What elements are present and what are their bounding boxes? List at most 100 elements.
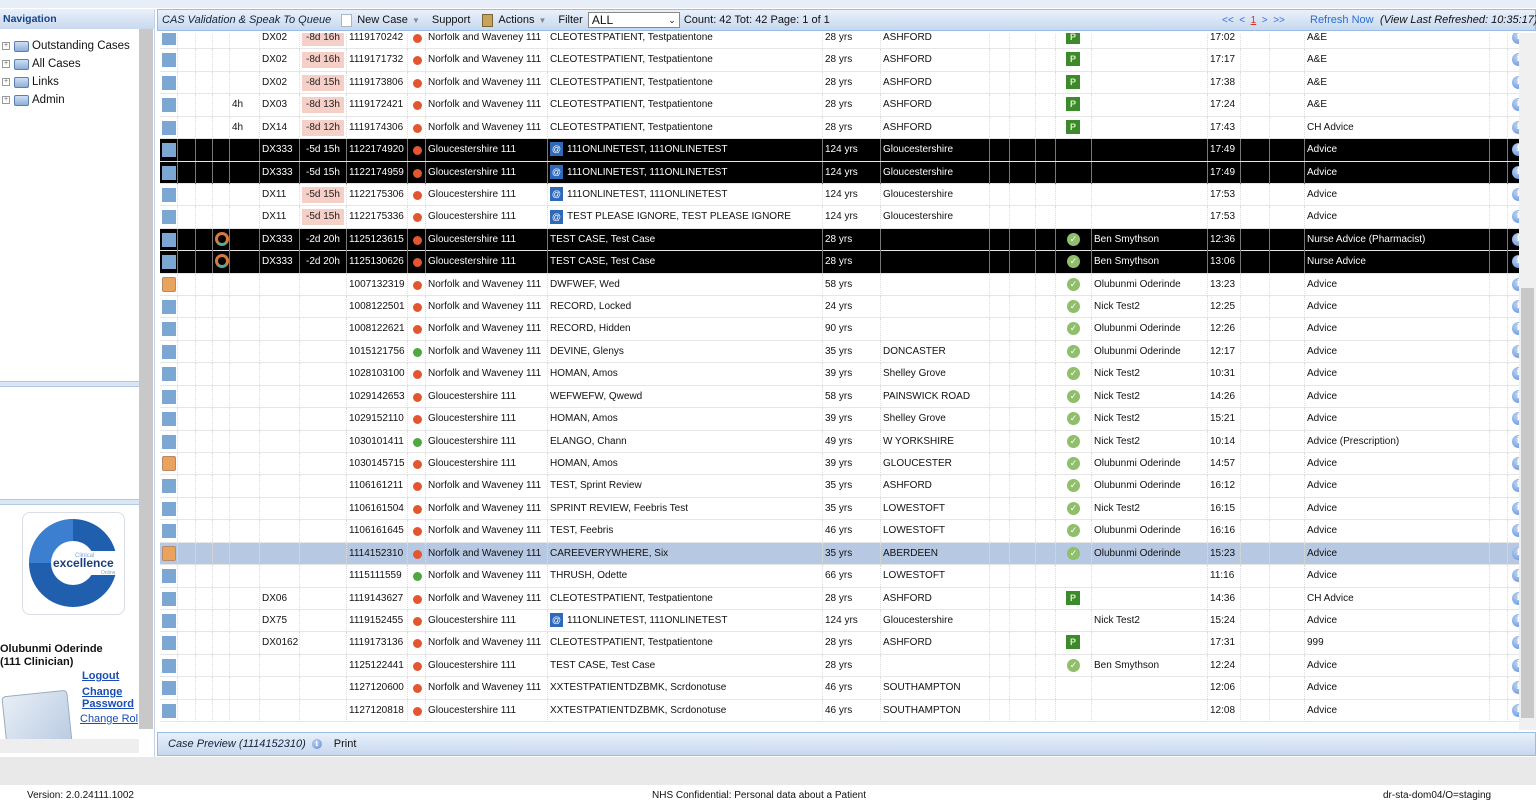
table-row[interactable]: 1008122621 Norfolk and Waveney 111 RECORD,… bbox=[160, 318, 1530, 341]
table-row[interactable]: 4h DX14 -8d 12h 1119174306 Norfolk and Waven… bbox=[160, 116, 1530, 140]
table-row[interactable]: 1127120818 Gloucestershire 111 XXTESTPATIE… bbox=[160, 699, 1530, 723]
table-row[interactable]: 1030145715 Gloucestershire 111 HOMAN, Amos… bbox=[160, 453, 1530, 476]
new-case-button[interactable]: New Case ▼ bbox=[341, 13, 420, 27]
cell bbox=[1241, 273, 1270, 296]
cell bbox=[213, 49, 230, 72]
patient-location: Gloucestershire bbox=[883, 144, 954, 156]
cell bbox=[1490, 273, 1508, 296]
cell: Gloucestershire bbox=[881, 206, 990, 229]
table-row[interactable]: 1007132319 Norfolk and Waveney 111 DWFWEF,… bbox=[160, 273, 1530, 297]
cell bbox=[178, 228, 196, 251]
cell: 1122175336 bbox=[347, 206, 408, 229]
change-role-link[interactable]: Change Role bbox=[80, 713, 138, 725]
nav-outstanding-cases[interactable]: + Outstanding Cases bbox=[0, 37, 154, 55]
case-preview-title: Case Preview (1114152310) bbox=[168, 738, 306, 750]
table-row[interactable]: 1028103100 Norfolk and Waveney 111 HOMAN, … bbox=[160, 363, 1530, 386]
cell bbox=[1241, 520, 1270, 543]
cell bbox=[196, 542, 213, 565]
patient-age: 35 yrs bbox=[825, 502, 853, 514]
table-row[interactable]: DX333 -5d 15h 1122174920 Gloucestershire 11… bbox=[160, 139, 1530, 162]
cell: Advice bbox=[1305, 139, 1490, 162]
due-badge: -8d 15h bbox=[302, 74, 344, 91]
table-row[interactable]: 1030101411 Gloucestershire 111 ELANGO, Cha… bbox=[160, 430, 1530, 454]
expand-icon[interactable]: + bbox=[2, 42, 10, 50]
cell: 1119170242 bbox=[347, 33, 408, 49]
support-button[interactable]: Support bbox=[432, 14, 471, 26]
prev-page-link[interactable]: < bbox=[1239, 15, 1245, 26]
table-row[interactable]: 4h DX03 -8d 13h 1119172421 Norfolk and Waven… bbox=[160, 94, 1530, 117]
table-row[interactable]: DX02 -8d 16h 1119170242 Norfolk and Waveney… bbox=[160, 33, 1530, 50]
next-page-link[interactable]: > bbox=[1262, 15, 1268, 26]
table-row[interactable]: 1106161645 Norfolk and Waveney 111 TEST, F… bbox=[160, 520, 1530, 543]
case-preview-bar: Case Preview (1114152310) i Print bbox=[157, 732, 1536, 756]
table-row[interactable]: 1029152110 Gloucestershire 111 HOMAN, Amos… bbox=[160, 408, 1530, 431]
nav-all-cases[interactable]: + All Cases bbox=[0, 55, 154, 73]
last-page-link[interactable]: >> bbox=[1273, 15, 1285, 26]
table-row[interactable]: 1115111559 Norfolk and Waveney 111 THRUSH,… bbox=[160, 565, 1530, 588]
table-row[interactable]: 1029142653 Gloucestershire 111 WEFWEFW, Qw… bbox=[160, 385, 1530, 409]
patient-age: 24 yrs bbox=[825, 301, 853, 313]
cell: 1015121756 bbox=[347, 340, 408, 363]
cell bbox=[1010, 318, 1036, 341]
table-row[interactable]: DX0162 1119173136 Norfolk and Waveney 111 C… bbox=[160, 632, 1530, 655]
refresh-now-link[interactable]: Refresh Now bbox=[1310, 14, 1374, 26]
service-name: Gloucestershire 111 bbox=[428, 435, 517, 447]
print-button[interactable]: Print bbox=[334, 738, 357, 750]
current-page[interactable]: 1 bbox=[1251, 15, 1257, 26]
table-row[interactable]: 1106161211 Norfolk and Waveney 111 TEST, S… bbox=[160, 475, 1530, 498]
table-row[interactable]: DX75 1119152455 Gloucestershire 111 @111ONL… bbox=[160, 609, 1530, 633]
cell: 1119173806 bbox=[347, 71, 408, 94]
table-row[interactable]: DX02 -8d 15h 1119173806 Norfolk and Waveney… bbox=[160, 71, 1530, 95]
case-id: 1119152455 bbox=[349, 614, 404, 626]
due-badge: -8d 16h bbox=[302, 33, 344, 46]
cell: Nick Test2 bbox=[1092, 609, 1208, 632]
actions-button[interactable]: Actions ▼ bbox=[482, 13, 546, 27]
cell: P bbox=[1056, 116, 1092, 139]
table-row[interactable]: DX333 -2d 20h 1125123615 Gloucestershire 11… bbox=[160, 228, 1530, 252]
expand-icon[interactable]: + bbox=[2, 96, 10, 104]
table-row[interactable]: 1127120600 Norfolk and Waveney 111 XXTESTP… bbox=[160, 677, 1530, 700]
table-row[interactable]: DX02 -8d 16h 1119171732 Norfolk and Waveney… bbox=[160, 49, 1530, 72]
patient-location: ABERDEEN bbox=[883, 547, 939, 559]
cell bbox=[1490, 587, 1508, 610]
change-password-link[interactable]: Change Password bbox=[82, 686, 134, 710]
first-page-link[interactable]: << bbox=[1222, 15, 1234, 26]
assigned-check-icon: ✓ bbox=[1067, 501, 1080, 515]
cell bbox=[990, 520, 1010, 543]
table-row[interactable]: 1125122441 Gloucestershire 111 TEST CASE, … bbox=[160, 654, 1530, 678]
nav-scrollbar[interactable] bbox=[139, 29, 153, 729]
table-row[interactable]: DX333 -5d 15h 1122174959 Gloucestershire 11… bbox=[160, 161, 1530, 184]
logout-link[interactable]: Logout bbox=[82, 670, 119, 682]
info-icon[interactable]: i bbox=[311, 739, 322, 749]
table-row[interactable]: 1008122501 Norfolk and Waveney 111 RECORD,… bbox=[160, 296, 1530, 319]
table-row[interactable]: DX06 1119143627 Norfolk and Waveney 111 CLE… bbox=[160, 587, 1530, 610]
case-id: 1106161211 bbox=[349, 480, 404, 492]
cell: WEFWEFW, Qwewd bbox=[548, 385, 823, 408]
priority-dot-icon bbox=[413, 146, 422, 156]
table-row[interactable]: DX11 -5d 15h 1122175336 Gloucestershire 111… bbox=[160, 206, 1530, 229]
patient-location: ASHFORD bbox=[883, 480, 932, 492]
filter-select[interactable]: ALL ⌄ bbox=[587, 12, 680, 28]
cell bbox=[300, 542, 347, 565]
table-row[interactable]: DX333 -2d 20h 1125130626 Gloucestershire 11… bbox=[160, 251, 1530, 274]
nav-links[interactable]: + Links bbox=[0, 73, 154, 91]
table-row[interactable]: 1114152310 Norfolk and Waveney 111 CAREEVE… bbox=[160, 542, 1530, 566]
panel-splitter[interactable] bbox=[0, 381, 139, 387]
cell bbox=[408, 33, 426, 49]
nav-admin[interactable]: + Admin bbox=[0, 91, 154, 109]
cell bbox=[408, 49, 426, 72]
table-row[interactable]: DX11 -5d 15h 1122175306 Gloucestershire 111… bbox=[160, 183, 1530, 207]
expand-icon[interactable]: + bbox=[2, 78, 10, 86]
table-row[interactable]: 1015121756 Norfolk and Waveney 111 DEVINE,… bbox=[160, 340, 1530, 364]
cell bbox=[990, 139, 1010, 162]
grid-scrollbar[interactable] bbox=[1519, 33, 1536, 730]
expand-icon[interactable]: + bbox=[2, 60, 10, 68]
nav-horizontal-scrollbar[interactable] bbox=[0, 739, 139, 753]
scroll-thumb[interactable] bbox=[1521, 288, 1534, 718]
table-row[interactable]: 1106161504 Norfolk and Waveney 111 SPRINT … bbox=[160, 497, 1530, 521]
panel-splitter[interactable] bbox=[0, 499, 139, 505]
assigned-check-icon: ✓ bbox=[1067, 546, 1080, 560]
case-id: 1028103100 bbox=[349, 368, 405, 380]
cell: RECORD, Hidden bbox=[548, 318, 823, 341]
cell bbox=[196, 139, 213, 162]
